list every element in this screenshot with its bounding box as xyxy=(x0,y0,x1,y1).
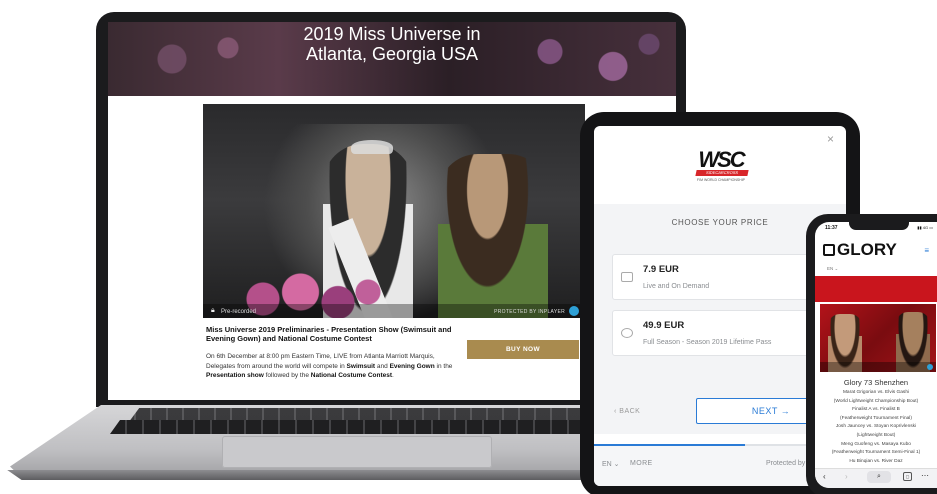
browser-forward-icon[interactable]: › xyxy=(845,472,848,481)
photo-crown xyxy=(351,140,393,154)
phone-event-title: Glory 73 Shenzhen xyxy=(843,378,909,387)
more-link[interactable]: MORE xyxy=(630,460,653,467)
browser-more-icon[interactable]: ⋯ xyxy=(921,471,929,480)
desc-text: and xyxy=(375,362,390,370)
phone-notch xyxy=(849,222,909,230)
laptop-trackpad xyxy=(222,436,492,468)
photo-figure-crowner xyxy=(438,154,548,318)
desc-gown: Evening Gown xyxy=(389,362,435,370)
buy-now-button[interactable]: BUY NOW xyxy=(467,340,579,359)
browser-search-icon[interactable]: ⌕ xyxy=(867,471,891,483)
device-mockup-stage: 2019 Miss Universe in Atlanta, Georgia U… xyxy=(0,0,937,494)
wsc-logo-subtitle: FIM WORLD CHAMPIONSHIP xyxy=(696,178,746,182)
fight-line: Hu Binqian vs. River Daz xyxy=(849,458,903,464)
price-description: Live and On Demand xyxy=(643,283,710,290)
browser-tabs-icon[interactable]: ▢ xyxy=(903,472,912,481)
video-player[interactable]: 🔒︎ Pre-recorded PROTECTED BY INPLAYER xyxy=(203,104,585,318)
protected-by-text: Protected by xyxy=(766,460,806,467)
back-button[interactable]: ‹ BACK xyxy=(614,408,640,415)
price-amount: 49.9 EUR xyxy=(643,320,685,331)
fight-line: Marat Grigorian vs. Elvis Gashi xyxy=(842,390,910,395)
fight-line: (World Lightweight Championship Bout) xyxy=(833,398,919,404)
event-hero-banner: 2019 Miss Universe in Atlanta, Georgia U… xyxy=(108,22,676,96)
fight-line: (Featherweight Tournament Semi-Final 1) xyxy=(831,450,921,456)
laptop-keyboard-row xyxy=(110,420,610,434)
price-amount: 7.9 EUR xyxy=(643,264,679,275)
fight-line: Josh Jauncey vs. Stoyan Koprivlenski xyxy=(835,424,917,430)
fight-line: Finalist A vs. Finalist B xyxy=(852,407,900,413)
desc-text: . xyxy=(392,372,394,379)
phone-video-info-bar xyxy=(820,362,936,372)
hero-title: 2019 Miss Universe in Atlanta, Georgia U… xyxy=(108,22,676,64)
video-lock-text: Pre-recorded xyxy=(221,309,257,315)
glory-red-banner xyxy=(815,276,937,302)
hero-title-line2: Atlanta, Georgia USA xyxy=(305,44,479,64)
protected-by-inplayer: PROTECTED BY INPLAYER xyxy=(494,309,565,315)
status-icons: ▮▮ 4G ▭ xyxy=(917,225,933,230)
desc-text: followed by the xyxy=(263,372,311,379)
lock-icon: 🔒︎ xyxy=(211,307,215,314)
glory-logo-text: GLORY xyxy=(837,240,897,259)
pass-icon xyxy=(621,328,633,338)
desc-text: in the xyxy=(434,362,453,370)
phone-inplayer-play-icon[interactable] xyxy=(927,364,933,370)
phone-screen: 11:37 ▮▮ 4G ▭ GLORY ≡ EN ⌄ Glory 73 Shen… xyxy=(815,222,937,488)
event-title: Miss Universe 2019 Preliminaries - Prese… xyxy=(206,325,452,343)
glory-logo-icon xyxy=(823,244,835,256)
desc-costume: National Costume Contest xyxy=(310,372,393,379)
ticket-icon xyxy=(621,272,633,282)
inplayer-play-icon[interactable] xyxy=(569,306,579,316)
status-time: 11:37 xyxy=(825,225,838,231)
fight-line: Meng Guofeng vs. Masaya Kubo xyxy=(841,441,911,447)
wsc-logo-bar: SIDECARCROSS xyxy=(695,170,749,176)
language-select[interactable]: EN ⌄ xyxy=(602,460,620,468)
phone-video-player[interactable] xyxy=(820,304,936,372)
hero-title-line1: 2019 Miss Universe in xyxy=(303,24,481,44)
fight-card-list: Marat Grigorian vs. Elvis Gashi (World L… xyxy=(817,389,935,466)
close-icon[interactable]: × xyxy=(827,132,834,146)
menu-icon[interactable]: ≡ xyxy=(924,246,929,255)
phone-language-select[interactable]: EN ⌄ xyxy=(827,266,838,272)
wsc-logo-letters: WSC xyxy=(698,147,745,172)
fight-line: (Lightweight Bout) xyxy=(856,432,896,438)
desc-presentation: Presentation show xyxy=(206,372,264,379)
price-description: Full Season - Season 2019 Lifetime Pass xyxy=(643,339,772,346)
wsc-logo: WSC SIDECARCROSS xyxy=(690,148,752,178)
desc-swimsuit: Swimsuit xyxy=(346,362,376,370)
browser-back-icon[interactable]: ‹ xyxy=(823,472,826,481)
event-description: On 6th December at 8:00 pm Eastern Time,… xyxy=(206,352,458,381)
fight-line: (Featherweight Tournament Final) xyxy=(840,415,912,421)
glory-logo: GLORY xyxy=(823,240,897,260)
